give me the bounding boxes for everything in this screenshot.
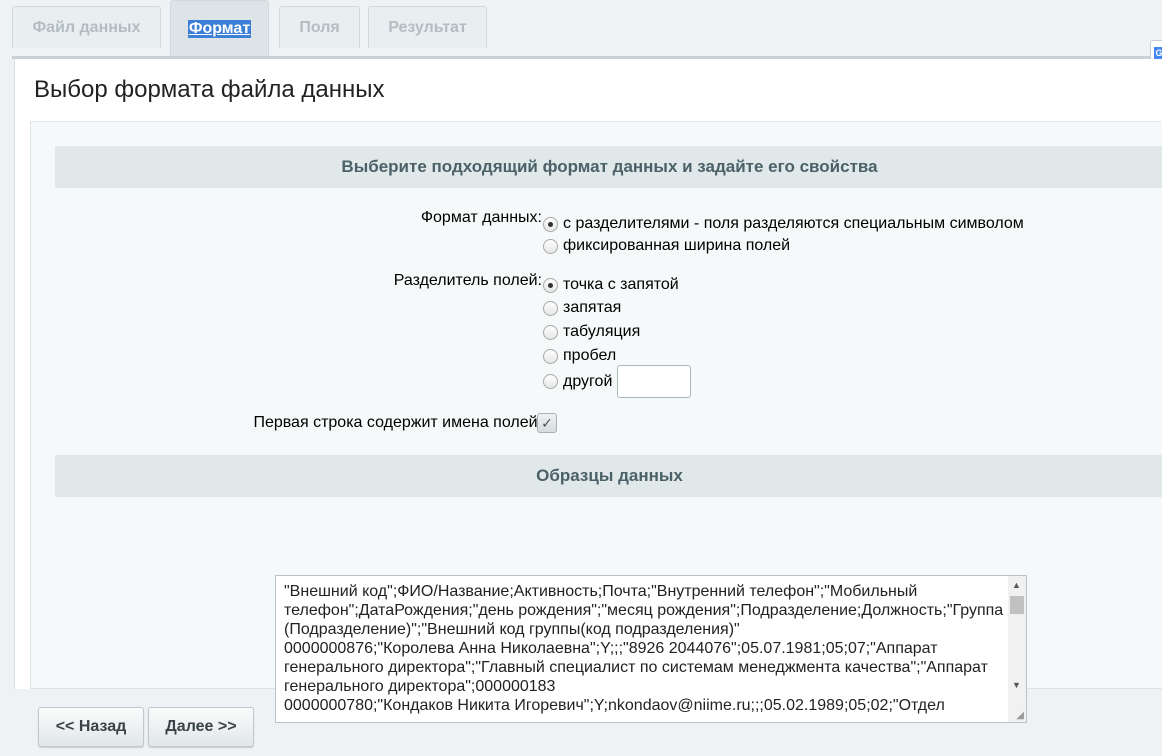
sample-data-textarea[interactable]: "Внешний код";ФИО/Название;Активность;По… — [275, 575, 1027, 723]
first-row-label: Первая строка содержит имена полей: — [253, 414, 542, 431]
next-button[interactable]: Далее >> — [148, 707, 254, 747]
separator-tab-label: табуляция — [563, 323, 641, 340]
first-row-checkbox[interactable]: ✓ — [537, 413, 557, 433]
separator-option-comma[interactable]: запятая — [543, 299, 621, 317]
separator-option-space[interactable]: пробел — [543, 347, 616, 365]
format-section-header: Выберите подходящий формат данных и зада… — [55, 146, 1162, 188]
format-option-delimited[interactable]: с разделителями - поля разделяются специ… — [543, 215, 1024, 233]
resize-grip-icon[interactable]: ◢ — [1016, 710, 1024, 721]
radio-tab[interactable] — [543, 324, 558, 340]
scroll-down-icon[interactable]: ▼ — [1012, 680, 1021, 690]
tab-format-label: Формат — [187, 19, 252, 38]
separator-label: Разделитель полей: — [393, 272, 542, 289]
main-page: Выбор формата файла данных Выберите подх… — [14, 59, 1162, 723]
tab-fields[interactable]: Поля — [279, 6, 360, 48]
radio-comma[interactable] — [543, 300, 558, 316]
separator-option-other[interactable]: другой — [543, 365, 692, 398]
check-icon: ✓ — [541, 414, 553, 431]
format-option-fixed-label: фиксированная ширина полей — [563, 237, 791, 254]
tab-result-label: Результат — [388, 18, 467, 36]
sample-scrollbar[interactable]: ▲ ▼ — [1008, 576, 1026, 722]
separator-other-label: другой — [563, 372, 613, 390]
radio-semicolon[interactable] — [543, 277, 558, 293]
other-separator-input[interactable] — [617, 365, 692, 398]
samples-section-header: Образцы данных — [55, 455, 1162, 497]
back-button[interactable]: << Назад — [38, 707, 144, 747]
scroll-thumb[interactable] — [1010, 596, 1024, 614]
page-title: Выбор формата файла данных — [34, 76, 385, 103]
separator-comma-label: запятая — [563, 299, 622, 316]
separator-option-tab[interactable]: табуляция — [543, 323, 640, 341]
separator-option-semicolon[interactable]: точка с запятой — [543, 276, 679, 294]
radio-space[interactable] — [543, 348, 558, 364]
tab-data-file-label: Файл данных — [32, 18, 141, 36]
separator-semicolon-label: точка с запятой — [563, 276, 679, 293]
format-option-delimited-label: с разделителями - поля разделяются специ… — [563, 215, 1024, 232]
format-option-fixed[interactable]: фиксированная ширина полей — [543, 237, 790, 255]
radio-delimited[interactable] — [543, 216, 558, 232]
format-panel: Выберите подходящий формат данных и зада… — [30, 121, 1162, 723]
tab-result[interactable]: Результат — [368, 6, 487, 48]
radio-fixed-width[interactable] — [543, 238, 558, 254]
radio-other[interactable] — [543, 374, 558, 389]
separator-space-label: пробел — [563, 347, 617, 364]
scroll-up-icon[interactable]: ▲ — [1012, 580, 1021, 590]
tab-data-file[interactable]: Файл данных — [12, 6, 161, 48]
format-label: Формат данных: — [420, 209, 542, 226]
tab-format[interactable]: Формат — [170, 0, 269, 56]
sample-data-text: "Внешний код";ФИО/Название;Активность;По… — [284, 583, 1004, 714]
tab-fields-label: Поля — [299, 18, 340, 36]
